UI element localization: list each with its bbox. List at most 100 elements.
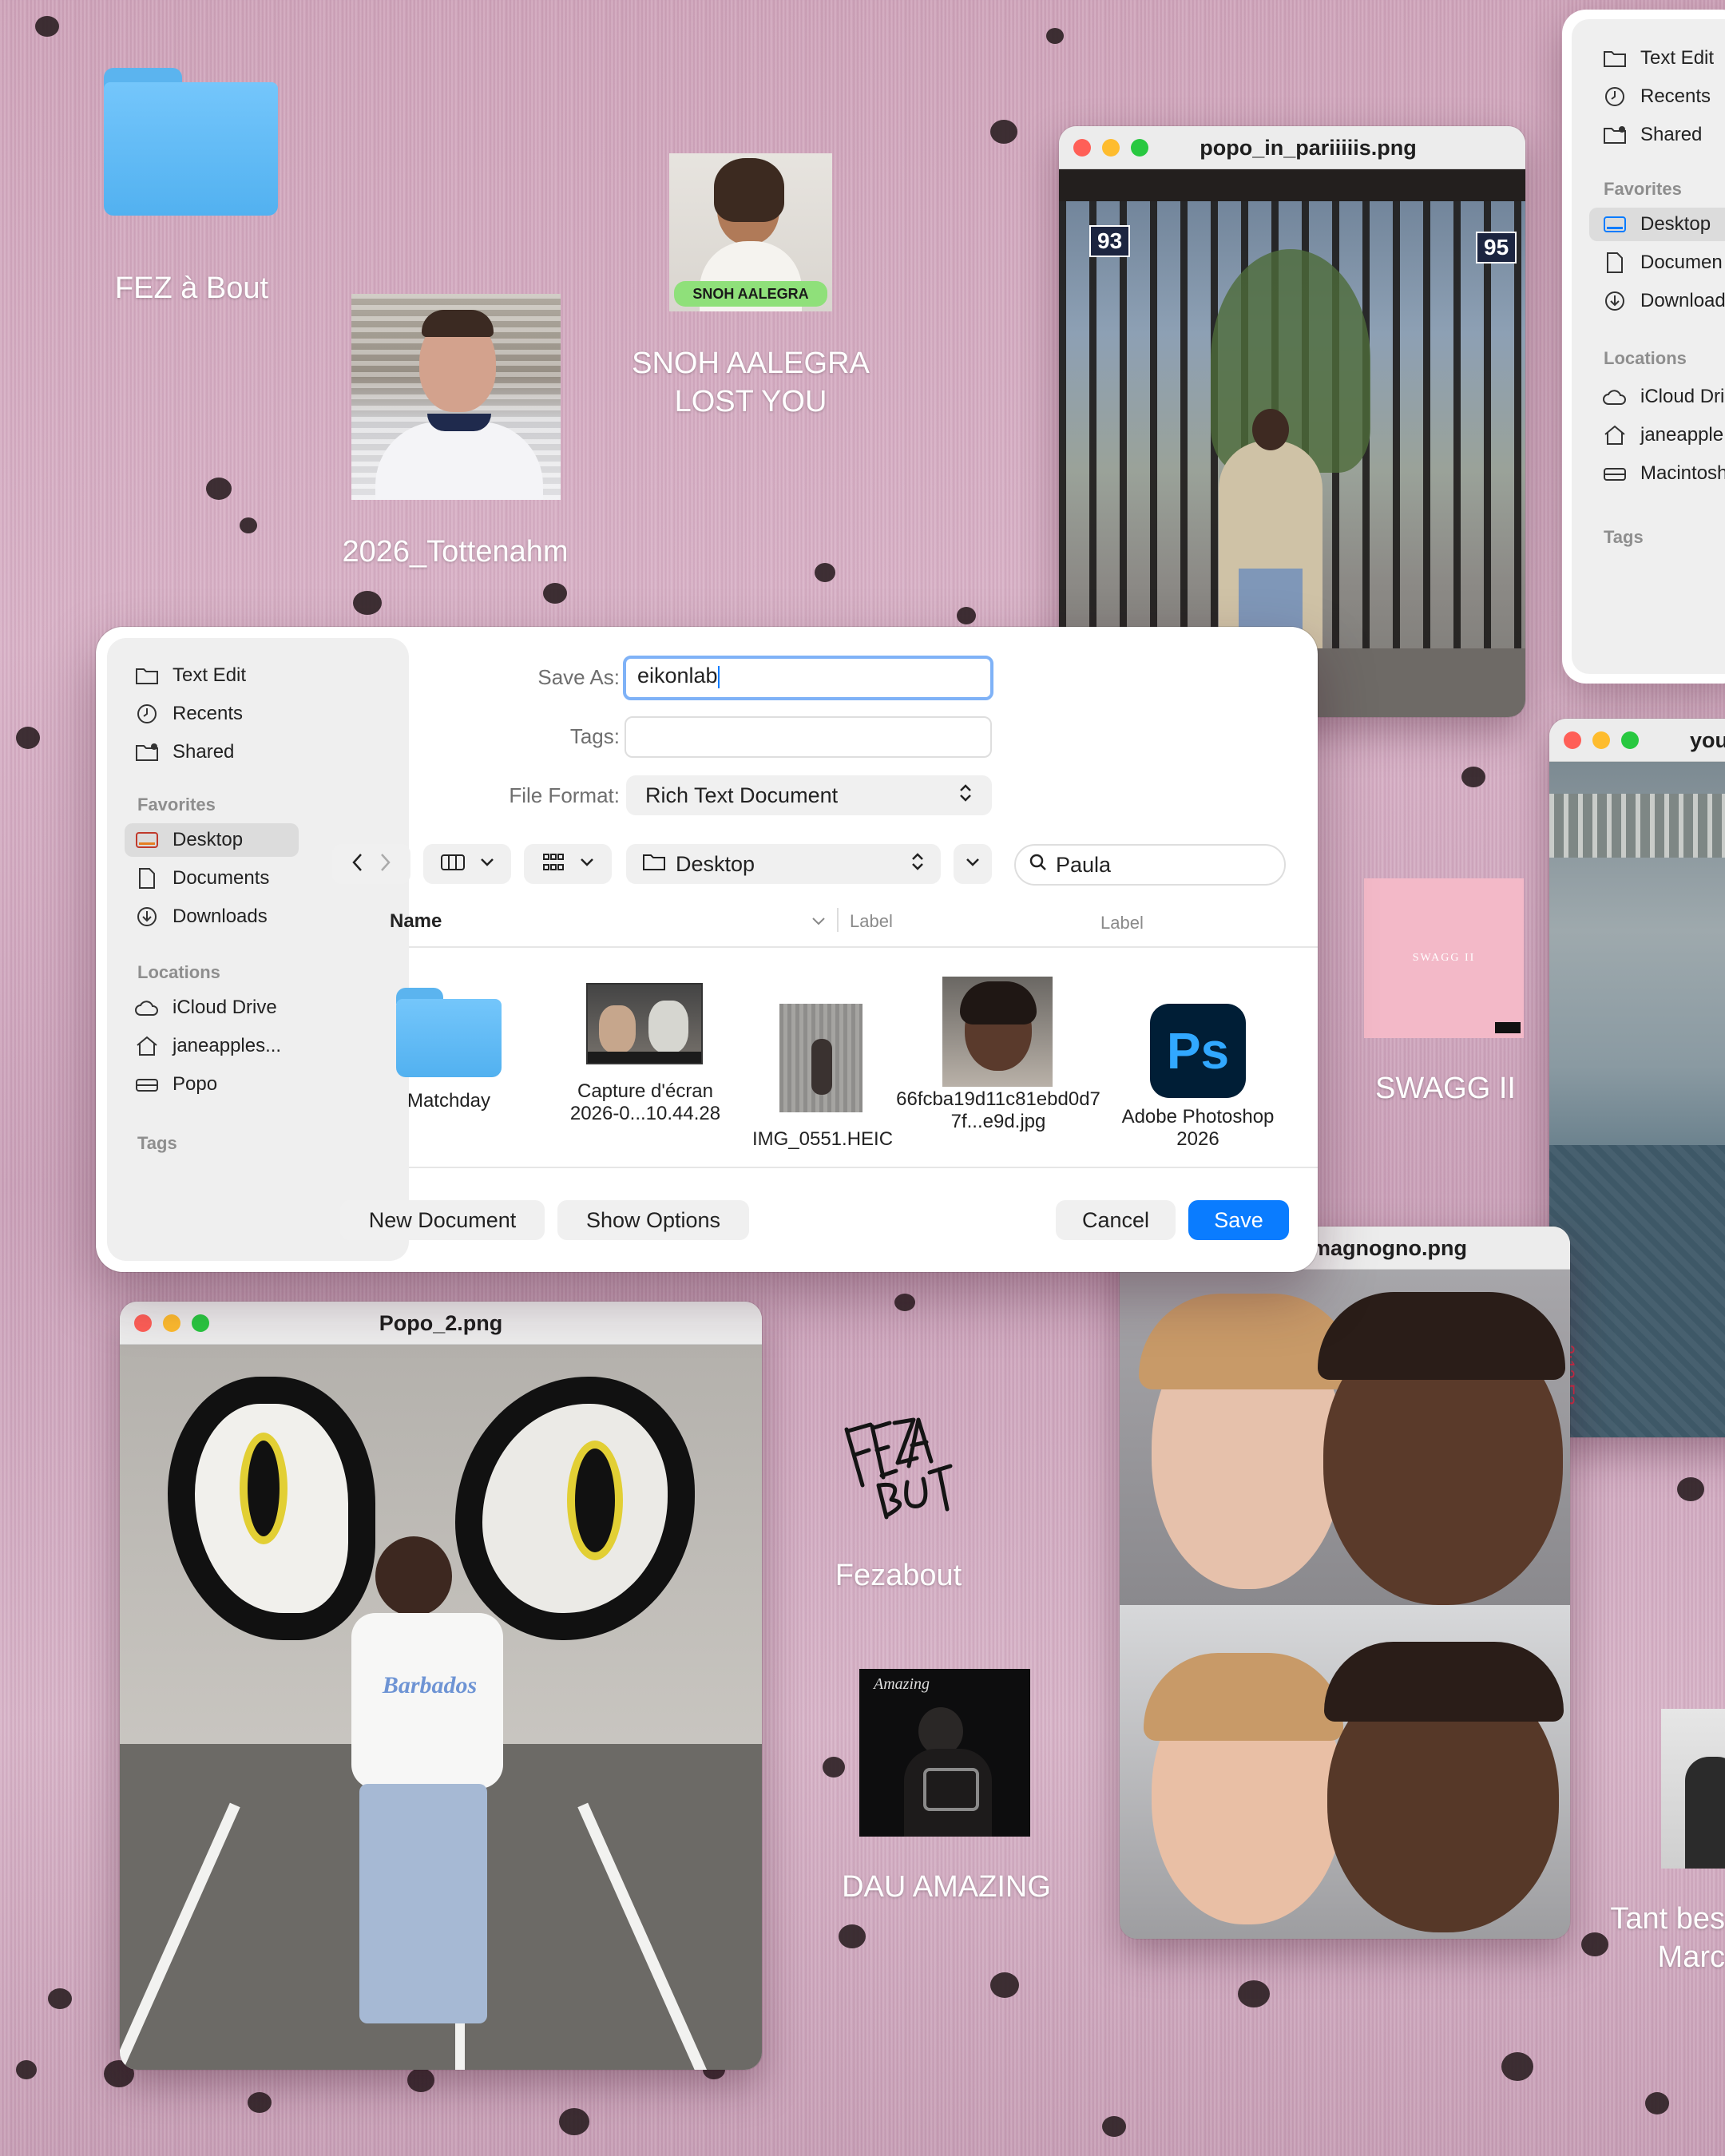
ink-blot (1102, 2116, 1126, 2137)
group-by-button[interactable] (524, 844, 612, 884)
album-art-text: SWAGG II (1412, 952, 1476, 964)
sidebar-item-home[interactable]: janeapple (1602, 418, 1723, 452)
sidebar-item-documents[interactable]: Documents (134, 862, 269, 895)
sidebar-item-downloads[interactable]: Download (1602, 284, 1725, 318)
photo-thumbnail[interactable] (779, 1004, 862, 1112)
grid-icon (541, 852, 565, 877)
save-button[interactable]: Save (1188, 1200, 1289, 1240)
folder-icon[interactable] (396, 988, 502, 1077)
column-header-name[interactable]: Name (390, 910, 442, 933)
screenshot-thumbnail[interactable] (586, 983, 703, 1064)
header-divider (409, 946, 1318, 948)
preview-window[interactable]: Popo_2.png Barbados (120, 1302, 762, 2070)
file-item-label[interactable]: Adobe Photoshop 2026 (1110, 1106, 1286, 1150)
ink-blot (839, 1924, 866, 1948)
sidebar-item-shared[interactable]: Shared (1602, 118, 1702, 152)
ink-blot (815, 563, 835, 582)
ink-blot (16, 2060, 37, 2079)
album-art-text: SNOH AALEGRA (674, 281, 827, 307)
sidebar-item-desktop[interactable]: Desktop (125, 823, 299, 857)
cancel-button[interactable]: Cancel (1056, 1200, 1176, 1240)
sidebar-item-recents[interactable]: Recents (1602, 80, 1711, 113)
sidebar-item-label: Download (1640, 290, 1725, 311)
sidebar-item-icloud[interactable]: iCloud Dri (1602, 380, 1724, 414)
view-mode-button[interactable] (423, 844, 511, 884)
ink-blot (823, 1757, 845, 1778)
desktop-item-label[interactable]: DAU AMAZING (823, 1869, 1070, 1907)
tags-field[interactable] (625, 716, 992, 758)
clock-icon (1602, 84, 1628, 109)
desktop-item-label[interactable]: Fezabout (791, 1557, 1006, 1595)
file-format-select[interactable]: Rich Text Document (626, 775, 992, 815)
new-document-button[interactable]: New Document (340, 1200, 545, 1240)
show-options-button[interactable]: Show Options (557, 1200, 749, 1240)
expand-button[interactable] (954, 844, 992, 884)
sidebar-item-popo[interactable]: Popo (134, 1068, 217, 1101)
file-item-label[interactable]: 66fcba19d11c81ebd0d77f...e9d.jpg (894, 1088, 1102, 1132)
updown-chevron-icon (958, 783, 973, 809)
sidebar-item-icloud[interactable]: iCloud Drive (134, 991, 277, 1024)
save-as-field[interactable]: eikonlab (623, 656, 993, 700)
ink-blot (1461, 767, 1485, 787)
photoshop-app-icon[interactable]: Ps (1150, 1004, 1246, 1098)
shared-folder-icon (1602, 122, 1628, 148)
preview-window[interactable]: you 2:12 E3 (1549, 719, 1725, 1437)
column-header-label[interactable]: Label (1100, 913, 1144, 933)
sidebar-item-home[interactable]: janeapples... (134, 1029, 281, 1063)
forward-icon[interactable] (379, 852, 391, 877)
sidebar-item-label: Shared (1640, 124, 1703, 145)
sidebar-item-label: Text Edit (1640, 47, 1715, 69)
search-icon (1029, 853, 1048, 878)
window-title: magnogno.png (1311, 1236, 1467, 1260)
ink-blot (1645, 2092, 1669, 2114)
album-cover-tant[interactable] (1661, 1709, 1725, 1869)
ink-blot (1046, 28, 1064, 44)
ink-blot (990, 1972, 1019, 1998)
finder-window-background[interactable]: Text Edit Recents Shared Favorites Deskt… (1562, 10, 1725, 684)
folder-icon[interactable] (104, 68, 278, 216)
zoom-button[interactable] (1621, 731, 1639, 749)
search-input[interactable]: Paula (1014, 844, 1286, 886)
sidebar-item-label: Desktop (1640, 213, 1711, 235)
sidebar-item-documents[interactable]: Documen (1602, 246, 1723, 279)
desktop-item-label[interactable]: FEZ à Bout (72, 270, 311, 308)
album-cover-snoh[interactable]: SNOH AALEGRA (669, 153, 832, 311)
album-cover-dau[interactable]: Amazing (859, 1669, 1030, 1837)
close-button[interactable] (1564, 731, 1581, 749)
file-item-label[interactable]: Capture d'écran 2026-0...10.44.28 (557, 1080, 733, 1124)
download-icon (134, 904, 160, 929)
text-cursor (717, 665, 720, 688)
file-item-label[interactable]: Matchday (361, 1090, 537, 1112)
sidebar-item-shared[interactable]: Shared (134, 735, 234, 769)
column-header-label[interactable]: Label (850, 911, 893, 932)
desktop-item-label[interactable]: Tant bes Marc (1581, 1900, 1725, 1976)
save-dialog[interactable]: Text Edit Recents Shared Favorites Deskt… (96, 627, 1318, 1272)
preview-window[interactable]: magnogno.png (1120, 1227, 1570, 1939)
traffic-lights[interactable] (1564, 731, 1639, 749)
sidebar-item-label: Documen (1640, 252, 1723, 273)
window-title: you (1690, 728, 1725, 752)
location-select[interactable]: Desktop (626, 844, 941, 884)
desktop-item-label[interactable]: SNOH AALEGRA LOST YOU (623, 345, 878, 421)
sidebar-item-downloads[interactable]: Downloads (134, 900, 268, 933)
album-art-text: Amazing (874, 1675, 930, 1693)
desktop-item-label[interactable]: SWAGG II (1342, 1070, 1549, 1108)
photo-thumbnail[interactable] (942, 977, 1053, 1087)
tottenham-photo-thumbnail[interactable] (351, 294, 561, 500)
minimize-button[interactable] (1592, 731, 1610, 749)
back-forward-buttons[interactable] (332, 844, 410, 884)
back-icon[interactable] (351, 852, 364, 877)
album-cover-swagg[interactable]: SWAGG II (1364, 878, 1524, 1038)
ink-blot (543, 583, 567, 604)
sidebar-item-textedit[interactable]: Text Edit (134, 659, 246, 692)
sidebar-item-recents[interactable]: Recents (134, 697, 243, 731)
sidebar-item-macintosh[interactable]: Macintosh (1602, 457, 1725, 490)
sidebar-item-desktop[interactable]: Desktop (1589, 208, 1725, 241)
sidebar-item-label: Recents (172, 703, 244, 724)
sidebar-item-label: Desktop (172, 829, 244, 850)
sidebar-item-textedit[interactable]: Text Edit (1602, 42, 1714, 75)
fezabout-logo[interactable] (831, 1413, 958, 1525)
file-item-label[interactable]: IMG_0551.HEIC (727, 1128, 918, 1151)
chevron-down-icon[interactable] (811, 916, 826, 930)
desktop-item-label[interactable]: 2026_Tottenahm (311, 533, 599, 572)
